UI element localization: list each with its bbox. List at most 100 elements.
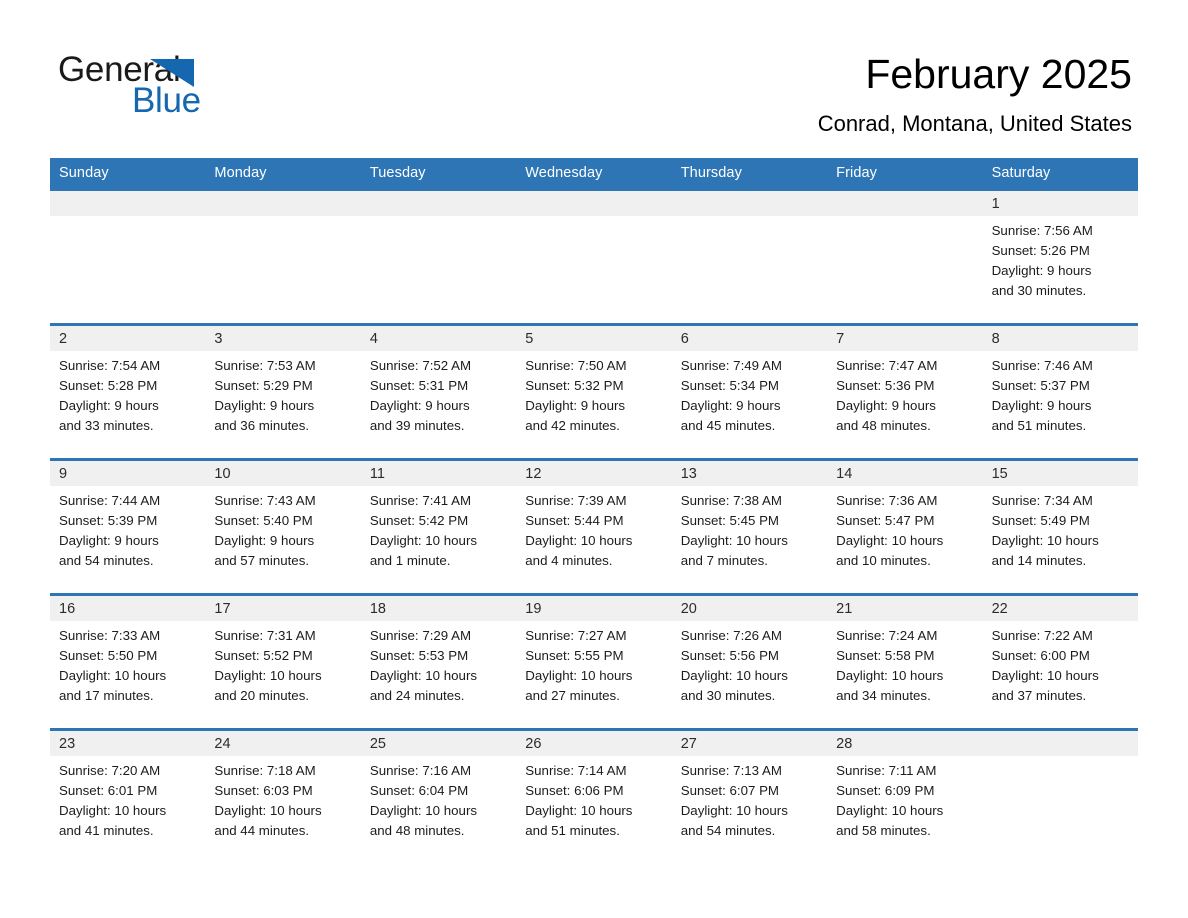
day-details: Sunrise: 7:16 AM Sunset: 6:04 PM Daylight:… [361, 756, 516, 841]
calendar-week-row: 1 Sunrise: 7:56 AM Sunset: 5:26 PM Daylight… [50, 188, 1138, 323]
daylight-line: Daylight: 9 hours [991, 263, 1092, 278]
day-number-band [671, 191, 828, 216]
day-cell-24[interactable]: 24 Sunrise: 7:18 AM Sunset: 6:03 PM Dayligh… [205, 731, 361, 863]
sunset-line: Sunset: 6:07 PM [680, 783, 780, 798]
sunrise-line: Sunrise: 7:53 AM [214, 358, 316, 373]
daylight-line-cont: and 37 minutes. [991, 688, 1087, 703]
day-cell-16[interactable]: 16 Sunrise: 7:33 AM Sunset: 5:50 PM Dayligh… [50, 596, 206, 728]
day-cell-9[interactable]: 9 Sunrise: 7:44 AM Sunset: 5:39 PM Daylight… [50, 461, 206, 593]
day-cell-empty [827, 191, 983, 323]
sunset-line: Sunset: 5:52 PM [214, 648, 313, 663]
day-cell-20[interactable]: 20 Sunrise: 7:26 AM Sunset: 5:56 PM Dayligh… [671, 596, 828, 728]
day-cell-4[interactable]: 4 Sunrise: 7:52 AM Sunset: 5:31 PM Daylight… [360, 326, 517, 458]
day-details: Sunrise: 7:46 AM Sunset: 5:37 PM Daylight:… [983, 351, 1138, 436]
daylight-line-cont: and 58 minutes. [836, 823, 931, 838]
day-cell-8[interactable]: 8 Sunrise: 7:46 AM Sunset: 5:37 PM Daylight… [982, 326, 1138, 458]
daylight-line-cont: and 24 minutes. [369, 688, 465, 703]
sunset-line: Sunset: 5:37 PM [991, 378, 1090, 393]
day-cell-18[interactable]: 18 Sunrise: 7:29 AM Sunset: 5:53 PM Dayligh… [360, 596, 517, 728]
day-number-band: 12 [516, 461, 672, 486]
sunset-line: Sunset: 5:36 PM [836, 378, 935, 393]
day-cell-15[interactable]: 15 Sunrise: 7:34 AM Sunset: 5:49 PM Dayligh… [982, 461, 1138, 593]
daylight-line-cont: and 20 minutes. [214, 688, 310, 703]
daylight-line: Daylight: 9 hours [680, 398, 781, 413]
day-cell-21[interactable]: 21 Sunrise: 7:24 AM Sunset: 5:58 PM Dayligh… [827, 596, 983, 728]
daylight-line: Daylight: 10 hours [59, 668, 167, 683]
day-cell-19[interactable]: 19 Sunrise: 7:27 AM Sunset: 5:55 PM Dayligh… [516, 596, 672, 728]
day-cell-1[interactable]: 1 Sunrise: 7:56 AM Sunset: 5:26 PM Daylight… [982, 191, 1138, 323]
day-number-band: 25 [360, 731, 517, 756]
daylight-line: Daylight: 10 hours [680, 533, 788, 548]
day-cell-empty [516, 191, 672, 323]
day-cell-12[interactable]: 12 Sunrise: 7:39 AM Sunset: 5:44 PM Dayligh… [516, 461, 672, 593]
day-cell-17[interactable]: 17 Sunrise: 7:31 AM Sunset: 5:52 PM Dayligh… [205, 596, 361, 728]
day-cell-22[interactable]: 22 Sunrise: 7:22 AM Sunset: 6:00 PM Dayligh… [982, 596, 1138, 728]
sunrise-line: Sunrise: 7:56 AM [991, 223, 1093, 238]
day-cell-28[interactable]: 28 Sunrise: 7:11 AM Sunset: 6:09 PM Dayligh… [827, 731, 983, 863]
day-cell-27[interactable]: 27 Sunrise: 7:13 AM Sunset: 6:07 PM Dayligh… [671, 731, 828, 863]
daylight-line-cont: and 57 minutes. [214, 553, 310, 568]
day-cell-23[interactable]: 23 Sunrise: 7:20 AM Sunset: 6:01 PM Dayligh… [50, 731, 206, 863]
day-number: 22 [991, 600, 1008, 617]
day-cell-3[interactable]: 3 Sunrise: 7:53 AM Sunset: 5:29 PM Daylight… [205, 326, 361, 458]
day-cell-2[interactable]: 2 Sunrise: 7:54 AM Sunset: 5:28 PM Daylight… [50, 326, 206, 458]
sunset-line: Sunset: 5:34 PM [680, 378, 780, 393]
day-number: 12 [525, 465, 542, 482]
calendar-week-row: 9 Sunrise: 7:44 AM Sunset: 5:39 PM Daylight… [50, 458, 1138, 593]
day-number-band [516, 191, 672, 216]
day-cell-5[interactable]: 5 Sunrise: 7:50 AM Sunset: 5:32 PM Daylight… [516, 326, 672, 458]
day-details: Sunrise: 7:54 AM Sunset: 5:28 PM Daylight:… [50, 351, 205, 436]
general-blue-logo[interactable]: General Blue [58, 50, 318, 120]
sunrise-line: Sunrise: 7:27 AM [525, 628, 627, 643]
day-cell-empty [205, 191, 361, 323]
day-cell-empty [982, 731, 1138, 863]
day-cell-11[interactable]: 11 Sunrise: 7:41 AM Sunset: 5:42 PM Dayligh… [360, 461, 517, 593]
daylight-line: Daylight: 10 hours [525, 533, 633, 548]
day-number-band: 17 [205, 596, 361, 621]
daylight-line-cont: and 39 minutes. [369, 418, 465, 433]
calendar-week-row: 16 Sunrise: 7:33 AM Sunset: 5:50 PM Dayligh… [50, 593, 1138, 728]
day-number-band: 24 [205, 731, 361, 756]
sunrise-line: Sunrise: 7:46 AM [991, 358, 1093, 373]
day-cell-7[interactable]: 7 Sunrise: 7:47 AM Sunset: 5:36 PM Daylight… [827, 326, 983, 458]
daylight-line-cont: and 54 minutes. [680, 823, 776, 838]
day-details: Sunrise: 7:29 AM Sunset: 5:53 PM Daylight:… [361, 621, 516, 706]
sunset-line: Sunset: 5:32 PM [525, 378, 624, 393]
weekday-header-thursday: Thursday [680, 165, 742, 181]
daylight-line-cont: and 7 minutes. [680, 553, 768, 568]
sunset-line: Sunset: 5:58 PM [836, 648, 935, 663]
day-details: Sunrise: 7:50 AM Sunset: 5:32 PM Daylight:… [516, 351, 671, 436]
day-number: 18 [369, 600, 386, 617]
day-number: 19 [525, 600, 542, 617]
day-details: Sunrise: 7:20 AM Sunset: 6:01 PM Daylight:… [50, 756, 205, 841]
day-number-band: 5 [516, 326, 672, 351]
day-details: Sunrise: 7:52 AM Sunset: 5:31 PM Daylight:… [361, 351, 516, 436]
day-cell-10[interactable]: 10 Sunrise: 7:43 AM Sunset: 5:40 PM Dayligh… [205, 461, 361, 593]
day-cell-14[interactable]: 14 Sunrise: 7:36 AM Sunset: 5:47 PM Dayligh… [827, 461, 983, 593]
sunset-line: Sunset: 5:47 PM [836, 513, 935, 528]
weekday-header-friday: Friday [836, 165, 878, 181]
daylight-line-cont: and 33 minutes. [59, 418, 154, 433]
day-cell-13[interactable]: 13 Sunrise: 7:38 AM Sunset: 5:45 PM Dayligh… [671, 461, 828, 593]
day-number: 6 [680, 330, 689, 347]
day-cell-6[interactable]: 6 Sunrise: 7:49 AM Sunset: 5:34 PM Daylight… [671, 326, 828, 458]
sunrise-line: Sunrise: 7:14 AM [525, 763, 627, 778]
daylight-line-cont: and 14 minutes. [991, 553, 1087, 568]
daylight-line: Daylight: 9 hours [59, 398, 159, 413]
sunrise-line: Sunrise: 7:13 AM [680, 763, 782, 778]
day-number: 4 [369, 330, 378, 347]
page-title: February 2025 [865, 51, 1132, 97]
sunset-line: Sunset: 5:45 PM [680, 513, 780, 528]
day-number-band [982, 731, 1138, 756]
day-number-band: 21 [827, 596, 983, 621]
day-cell-25[interactable]: 25 Sunrise: 7:16 AM Sunset: 6:04 PM Dayligh… [360, 731, 517, 863]
daylight-line: Daylight: 10 hours [59, 803, 167, 818]
page-header: General Blue February 2025 Conrad, Monta… [0, 0, 1188, 155]
sunset-line: Sunset: 5:50 PM [59, 648, 158, 663]
daylight-line: Daylight: 10 hours [680, 668, 788, 683]
day-cell-26[interactable]: 26 Sunrise: 7:14 AM Sunset: 6:06 PM Dayligh… [516, 731, 672, 863]
daylight-line: Daylight: 10 hours [836, 668, 944, 683]
sunrise-line: Sunrise: 7:50 AM [525, 358, 627, 373]
daylight-line: Daylight: 10 hours [525, 668, 633, 683]
day-number: 1 [991, 195, 1000, 212]
